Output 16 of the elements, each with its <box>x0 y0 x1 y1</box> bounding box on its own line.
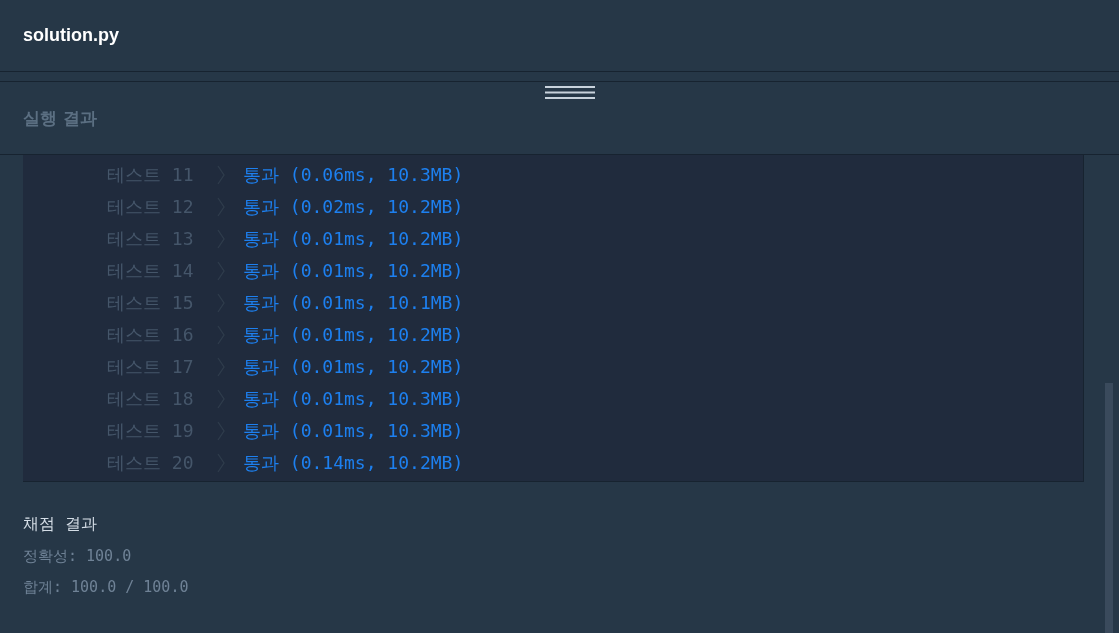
test-result: 통과 (0.01ms, 10.3MB) <box>243 419 464 443</box>
test-result: 통과 (0.01ms, 10.1MB) <box>243 291 464 315</box>
grading-line: 정확성: 100.0 <box>23 547 133 566</box>
test-result: 통과 (0.01ms, 10.2MB) <box>243 323 464 347</box>
test-result: 통과 (0.01ms, 10.2MB) <box>243 355 464 379</box>
test-result: 통과 (0.01ms, 10.2MB) <box>243 259 464 283</box>
results-title: 실행 결과 <box>23 106 97 130</box>
file-name: solution.py <box>23 25 119 46</box>
grading-title: 채점 결과 <box>23 514 98 535</box>
test-result: 통과 (0.01ms, 10.2MB) <box>243 227 464 251</box>
drag-handle-icon[interactable] <box>545 86 595 99</box>
test-result: 통과 (0.06ms, 10.3MB) <box>243 163 464 187</box>
test-result: 통과 (0.01ms, 10.3MB) <box>243 387 464 411</box>
grading-line: 합계: 100.0 / 100.0 <box>23 578 190 597</box>
test-result: 통과 (0.14ms, 10.2MB) <box>243 451 464 475</box>
test-result: 통과 (0.02ms, 10.2MB) <box>243 195 464 219</box>
